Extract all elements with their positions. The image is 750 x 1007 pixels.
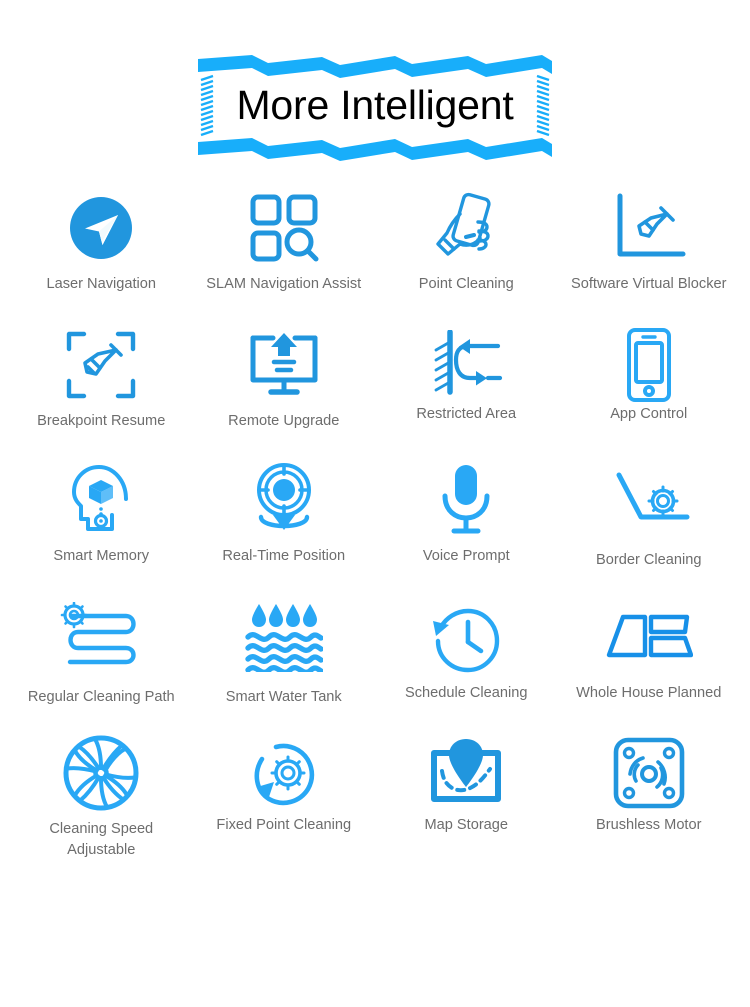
feature-item-breakpoint-resume[interactable]: Breakpoint Resume bbox=[10, 319, 193, 432]
feature-label: Breakpoint Resume bbox=[37, 413, 166, 430]
feature-item-border-cleaning[interactable]: Border Cleaning bbox=[558, 454, 741, 568]
feature-item-voice-prompt[interactable]: Voice Prompt bbox=[375, 454, 558, 567]
smart-memory-icon bbox=[51, 454, 151, 546]
voice-prompt-icon bbox=[416, 454, 516, 546]
feature-item-regular-cleaning-path[interactable]: Regular Cleaning Path bbox=[10, 591, 193, 705]
feature-row: Smart Memory Real-Time Position Voice Pr… bbox=[10, 454, 741, 568]
feature-label: Restricted Area bbox=[416, 406, 517, 423]
feature-label: Regular Cleaning Path bbox=[27, 689, 175, 706]
feature-label: Remote Upgrade bbox=[228, 413, 340, 430]
feature-label: Border Cleaning bbox=[596, 552, 702, 569]
point-cleaning-icon bbox=[416, 182, 516, 274]
smart-water-tank-icon bbox=[234, 591, 334, 683]
banner-ribbon: More Intelligent bbox=[190, 53, 560, 161]
feature-label: Real-Time Position bbox=[222, 548, 346, 565]
feature-label: App Control bbox=[610, 406, 688, 423]
fixed-point-cleaning-icon bbox=[234, 727, 334, 819]
feature-item-cleaning-speed-adjustable[interactable]: Cleaning Speed Adjustable bbox=[10, 727, 193, 861]
feature-label: Voice Prompt bbox=[422, 548, 510, 565]
feature-item-remote-upgrade[interactable]: Remote Upgrade bbox=[193, 319, 376, 432]
feature-item-point-cleaning[interactable]: Point Cleaning bbox=[375, 182, 558, 295]
feature-item-real-time-position[interactable]: Real-Time Position bbox=[193, 454, 376, 567]
feature-label: Map Storage bbox=[424, 816, 509, 833]
feature-item-map-storage[interactable]: Map Storage bbox=[375, 727, 558, 861]
banner: More Intelligent bbox=[0, 42, 750, 172]
feature-item-whole-house-planned[interactable]: Whole House Planned bbox=[558, 591, 741, 704]
feature-item-brushless-motor[interactable]: Brushless Motor bbox=[558, 727, 741, 861]
restricted-area-icon bbox=[416, 319, 516, 411]
feature-item-smart-memory[interactable]: Smart Memory bbox=[10, 454, 193, 567]
feature-grid: Laser Navigation SLAM Navigation Assist bbox=[0, 182, 750, 861]
page-title: More Intelligent bbox=[236, 82, 514, 128]
whole-house-planned-icon bbox=[599, 591, 699, 683]
feature-item-schedule-cleaning[interactable]: Schedule Cleaning bbox=[375, 591, 558, 704]
feature-item-slam-navigation-assist[interactable]: SLAM Navigation Assist bbox=[193, 182, 376, 295]
feature-label: Cleaning Speed Adjustable bbox=[49, 820, 154, 858]
schedule-cleaning-icon bbox=[416, 591, 516, 683]
feature-label: SLAM Navigation Assist bbox=[206, 276, 362, 292]
software-virtual-blocker-icon bbox=[599, 182, 699, 274]
feature-label: Brushless Motor bbox=[596, 816, 702, 833]
feature-label: Point Cleaning bbox=[418, 276, 514, 292]
feature-label: Smart Water Tank bbox=[225, 689, 342, 706]
left-hatch bbox=[200, 74, 214, 137]
feature-item-smart-water-tank[interactable]: Smart Water Tank bbox=[193, 591, 376, 705]
feature-row: Regular Cleaning Path Smart Water Tank S… bbox=[10, 591, 741, 705]
map-storage-icon bbox=[416, 727, 516, 819]
app-control-icon bbox=[599, 319, 699, 411]
feature-item-fixed-point-cleaning[interactable]: Fixed Point Cleaning bbox=[193, 727, 376, 861]
feature-label: Fixed Point Cleaning bbox=[216, 816, 352, 833]
laser-navigation-icon bbox=[51, 182, 151, 274]
feature-label: Software Virtual Blocker bbox=[571, 276, 727, 292]
feature-row: Laser Navigation SLAM Navigation Assist bbox=[10, 182, 740, 295]
feature-item-laser-navigation[interactable]: Laser Navigation bbox=[10, 182, 193, 295]
feature-item-software-virtual-blocker[interactable]: Software Virtual Blocker bbox=[558, 182, 741, 295]
feature-row: Breakpoint Resume Remote Upgrade Restric… bbox=[10, 319, 740, 432]
real-time-position-icon bbox=[234, 454, 334, 546]
breakpoint-resume-icon bbox=[51, 319, 151, 411]
regular-cleaning-path-icon bbox=[51, 591, 151, 683]
feature-item-restricted-area[interactable]: Restricted Area bbox=[375, 319, 558, 432]
cleaning-speed-adjustable-icon bbox=[51, 727, 151, 819]
right-hatch bbox=[536, 74, 550, 137]
feature-row: Cleaning Speed Adjustable Fixed Point Cl… bbox=[10, 727, 740, 861]
feature-label: Smart Memory bbox=[53, 548, 150, 565]
remote-upgrade-icon bbox=[234, 319, 334, 411]
border-cleaning-icon bbox=[599, 454, 699, 546]
brushless-motor-icon bbox=[599, 727, 699, 819]
feature-label: Whole House Planned bbox=[576, 685, 722, 702]
slam-navigation-assist-icon bbox=[234, 182, 334, 274]
feature-label: Schedule Cleaning bbox=[404, 685, 528, 702]
feature-label: Laser Navigation bbox=[46, 276, 157, 292]
feature-item-app-control[interactable]: App Control bbox=[558, 319, 741, 432]
